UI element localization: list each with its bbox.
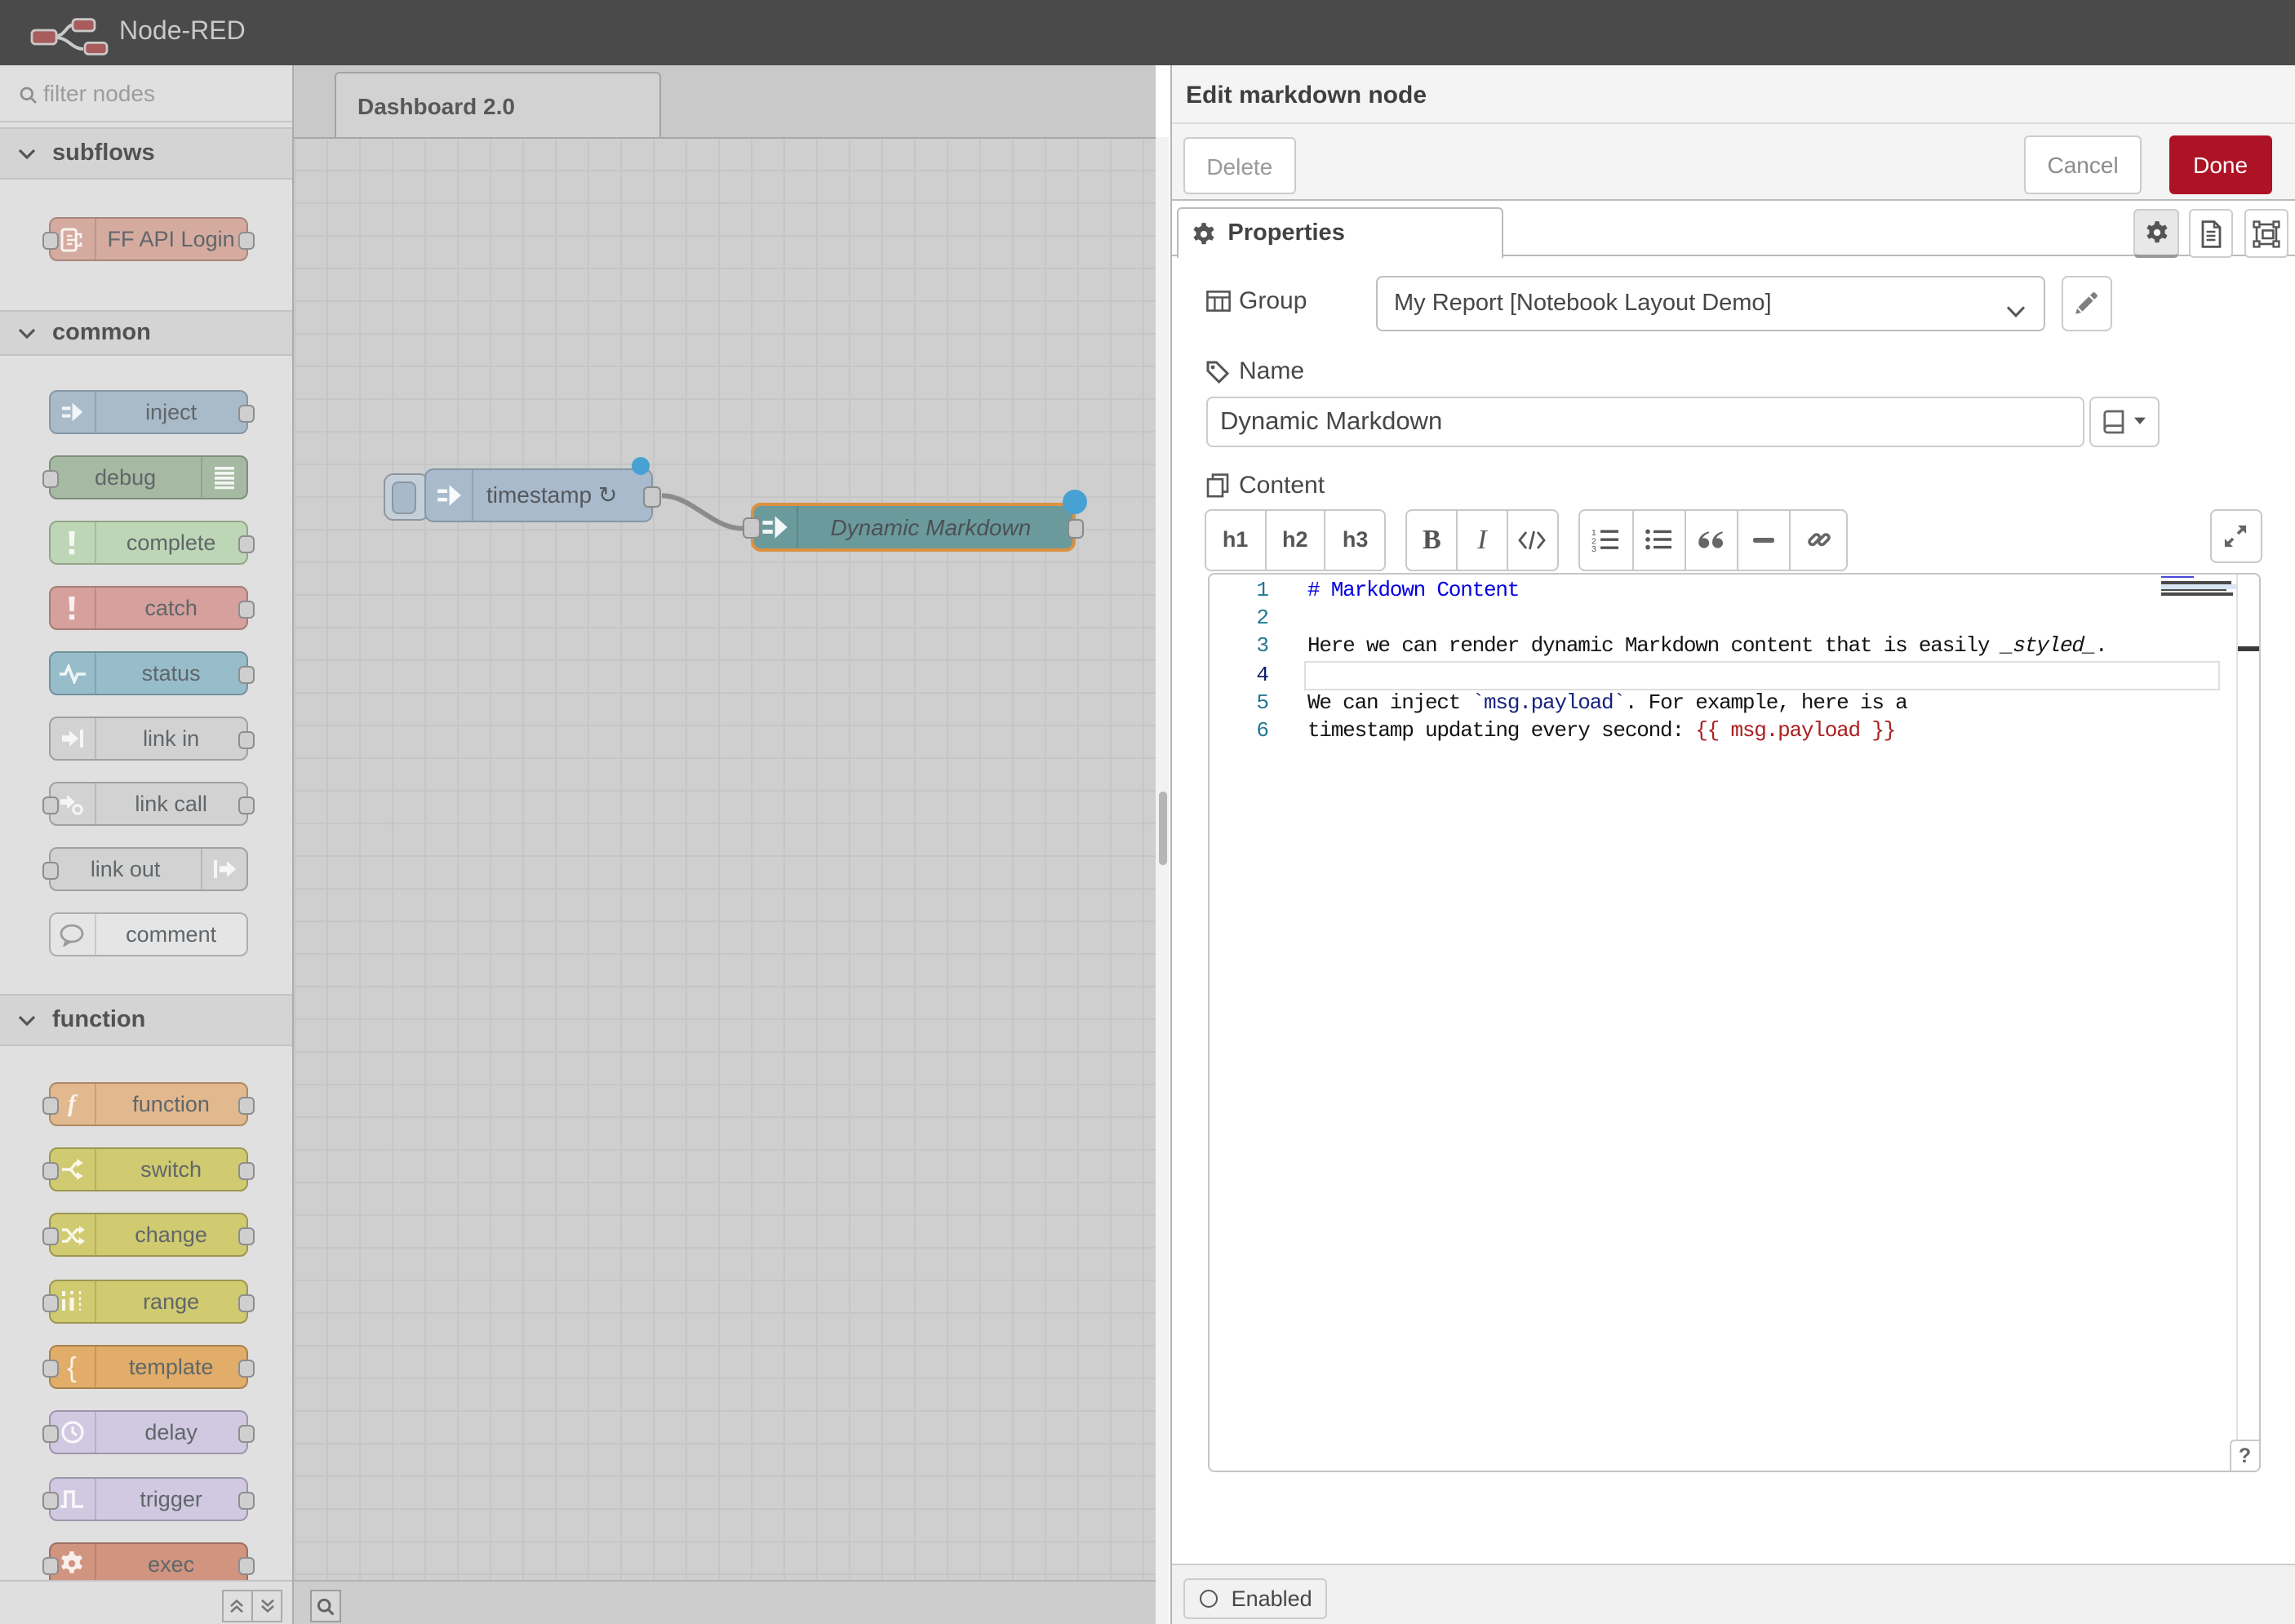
svg-text:3: 3 <box>1591 545 1596 552</box>
svg-text:{: { <box>68 1352 77 1382</box>
svg-text:1: 1 <box>1591 529 1596 538</box>
svg-text:f: f <box>69 1091 79 1117</box>
